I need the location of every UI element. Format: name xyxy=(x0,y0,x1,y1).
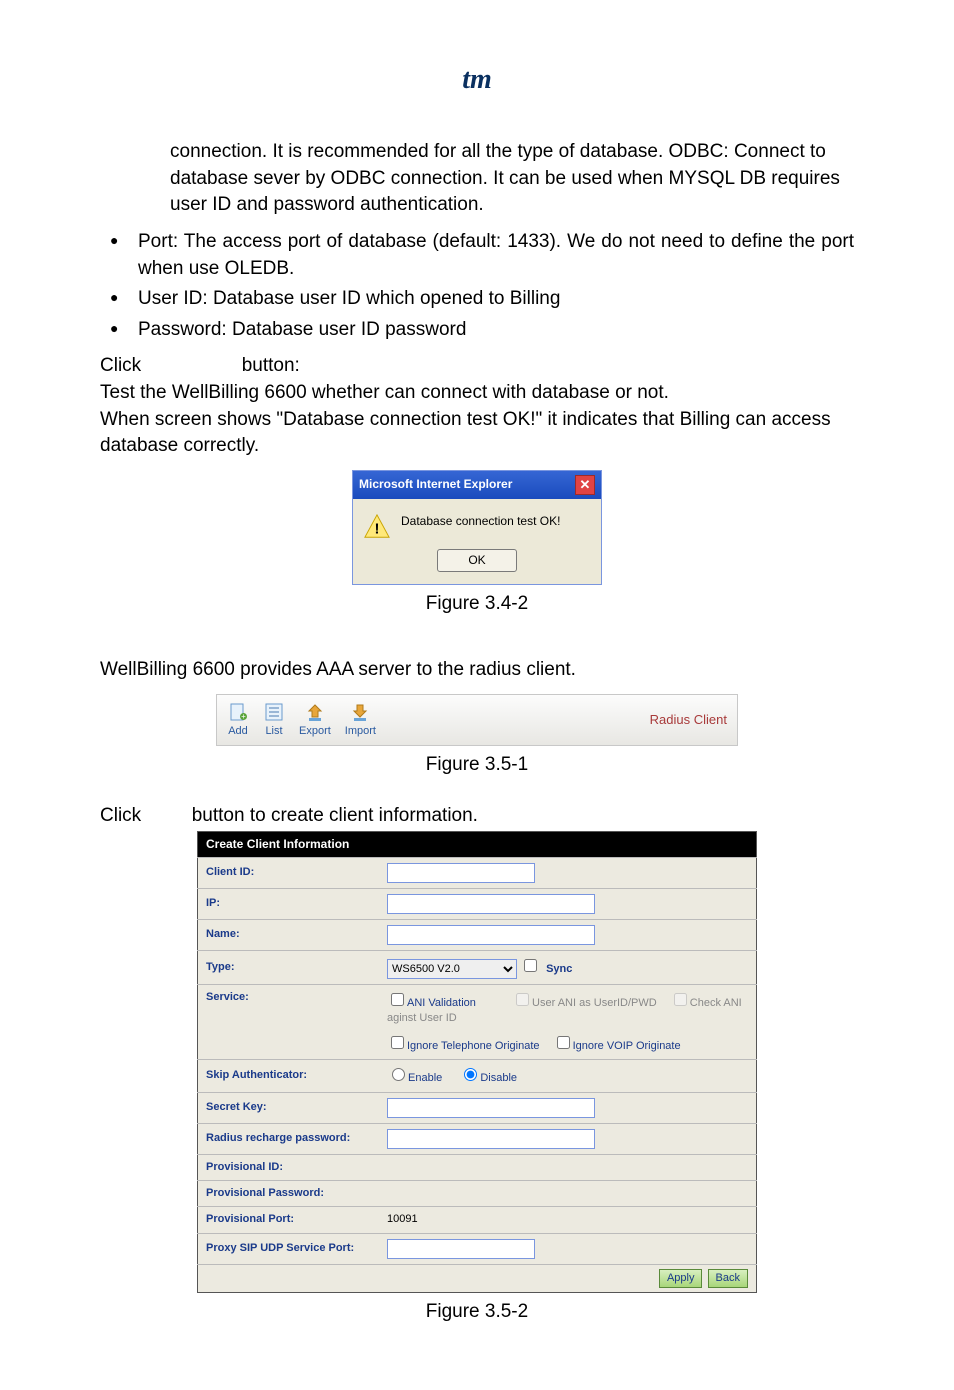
bullet-list: Port: The access port of database (defau… xyxy=(110,229,854,343)
select-type[interactable]: WS6500 V2.0 xyxy=(387,959,517,979)
checkbox-check-ani xyxy=(674,993,687,1006)
dialog-button-row: OK xyxy=(353,549,601,584)
form-header: Create Client Information xyxy=(198,832,757,858)
value-prov-port: 10091 xyxy=(379,1207,757,1233)
para1-text: connection. It is recommended for all th… xyxy=(170,141,840,215)
apply-button[interactable]: Apply xyxy=(659,1269,703,1288)
ok-button[interactable]: OK xyxy=(437,549,516,572)
label-name: Name: xyxy=(198,920,380,951)
logo-area: tm xyxy=(100,60,854,99)
label-ignore-voip: Ignore VOIP Originate xyxy=(573,1040,681,1052)
label-secret-key: Secret Key: xyxy=(198,1092,380,1123)
para2a: Test the WellBilling 6600 whether can co… xyxy=(100,380,854,407)
label-user-ani: User ANI as UserID/PWD xyxy=(532,997,657,1009)
paragraph-connection: connection. It is recommended for all th… xyxy=(170,139,854,219)
dialog-title-text: Microsoft Internet Explorer xyxy=(359,476,512,493)
list-icon xyxy=(263,701,285,723)
radio-disable[interactable] xyxy=(464,1068,477,1081)
add-icon: + xyxy=(227,701,249,723)
dialog-message: Database connection test OK! xyxy=(401,513,560,530)
svg-text:+: + xyxy=(241,712,246,721)
ie-dialog: Microsoft Internet Explorer ✕ ! Database… xyxy=(352,470,602,585)
click-prefix: Click xyxy=(100,355,141,376)
svg-text:!: ! xyxy=(375,520,380,537)
toolbar-left: + Add List Export Import xyxy=(227,701,376,739)
toolbar-list[interactable]: List xyxy=(263,701,285,739)
input-secret-key[interactable] xyxy=(387,1098,595,1118)
label-ani-validation: ANI Validation xyxy=(407,997,476,1009)
bullet-password: Password: Database user ID password xyxy=(110,317,854,344)
toolbar-import[interactable]: Import xyxy=(345,701,376,739)
checkbox-sync[interactable] xyxy=(524,959,537,972)
label-prov-port: Provisional Port: xyxy=(198,1207,380,1233)
label-radius-recharge: Radius recharge password: xyxy=(198,1123,380,1154)
bullet-port: Port: The access port of database (defau… xyxy=(110,229,854,282)
label-prov-id: Provisional ID: xyxy=(198,1154,380,1180)
label-proxy-sip: Proxy SIP UDP Service Port: xyxy=(198,1233,380,1264)
click-suffix: button: xyxy=(242,355,300,376)
toolbar: + Add List Export Import Radius Client xyxy=(216,694,738,746)
label-client-id: Client ID: xyxy=(198,858,380,889)
toolbar-import-label: Import xyxy=(345,724,376,739)
export-icon xyxy=(304,701,326,723)
label-ignore-tele: Ignore Telephone Originate xyxy=(407,1040,540,1052)
para2b: When screen shows "Database connection t… xyxy=(100,407,854,460)
dialog-titlebar: Microsoft Internet Explorer ✕ xyxy=(353,471,601,499)
bullet-userid: User ID: Database user ID which opened t… xyxy=(110,286,854,313)
warning-icon: ! xyxy=(363,513,391,539)
label-skip-auth: Skip Authenticator: xyxy=(198,1060,380,1092)
create-client-form: Create Client Information Client ID: IP:… xyxy=(197,831,757,1293)
label-sync: Sync xyxy=(546,963,572,975)
dialog-body: ! Database connection test OK! xyxy=(353,499,601,549)
figure-351-caption: Figure 3.5-1 xyxy=(100,752,854,779)
input-client-id[interactable] xyxy=(387,863,535,883)
label-disable: Disable xyxy=(480,1072,517,1084)
checkbox-user-ani xyxy=(516,993,529,1006)
checkbox-ignore-tele[interactable] xyxy=(391,1036,404,1049)
para3: WellBilling 6600 provides AAA server to … xyxy=(100,657,854,684)
input-ip[interactable] xyxy=(387,894,595,914)
import-icon xyxy=(349,701,371,723)
toolbar-export[interactable]: Export xyxy=(299,701,331,739)
click2-prefix: Click xyxy=(100,805,141,826)
figure-342-caption: Figure 3.4-2 xyxy=(100,591,854,618)
label-prov-pwd: Provisional Password: xyxy=(198,1181,380,1207)
checkbox-ignore-voip[interactable] xyxy=(557,1036,570,1049)
radius-client-title: Radius Client xyxy=(650,711,727,729)
input-proxy-sip[interactable] xyxy=(387,1239,535,1259)
toolbar-list-label: List xyxy=(265,724,282,739)
radio-enable[interactable] xyxy=(392,1068,405,1081)
label-type: Type: xyxy=(198,951,380,985)
checkbox-ani-validation[interactable] xyxy=(391,993,404,1006)
click2-suffix: button to create client information. xyxy=(192,805,478,826)
label-service: Service: xyxy=(198,985,380,1060)
click2-line: Click button to create client informatio… xyxy=(100,803,854,830)
figure-352-caption: Figure 3.5-2 xyxy=(100,1299,854,1326)
back-button[interactable]: Back xyxy=(708,1269,748,1288)
input-radius-recharge[interactable] xyxy=(387,1129,595,1149)
input-name[interactable] xyxy=(387,925,595,945)
toolbar-add[interactable]: + Add xyxy=(227,701,249,739)
label-enable: Enable xyxy=(408,1072,442,1084)
click-line: Click button: xyxy=(100,353,854,380)
toolbar-add-label: Add xyxy=(228,724,248,739)
label-ip: IP: xyxy=(198,889,380,920)
toolbar-export-label: Export xyxy=(299,724,331,739)
logo-text: tm xyxy=(462,60,492,99)
close-icon[interactable]: ✕ xyxy=(575,475,595,495)
